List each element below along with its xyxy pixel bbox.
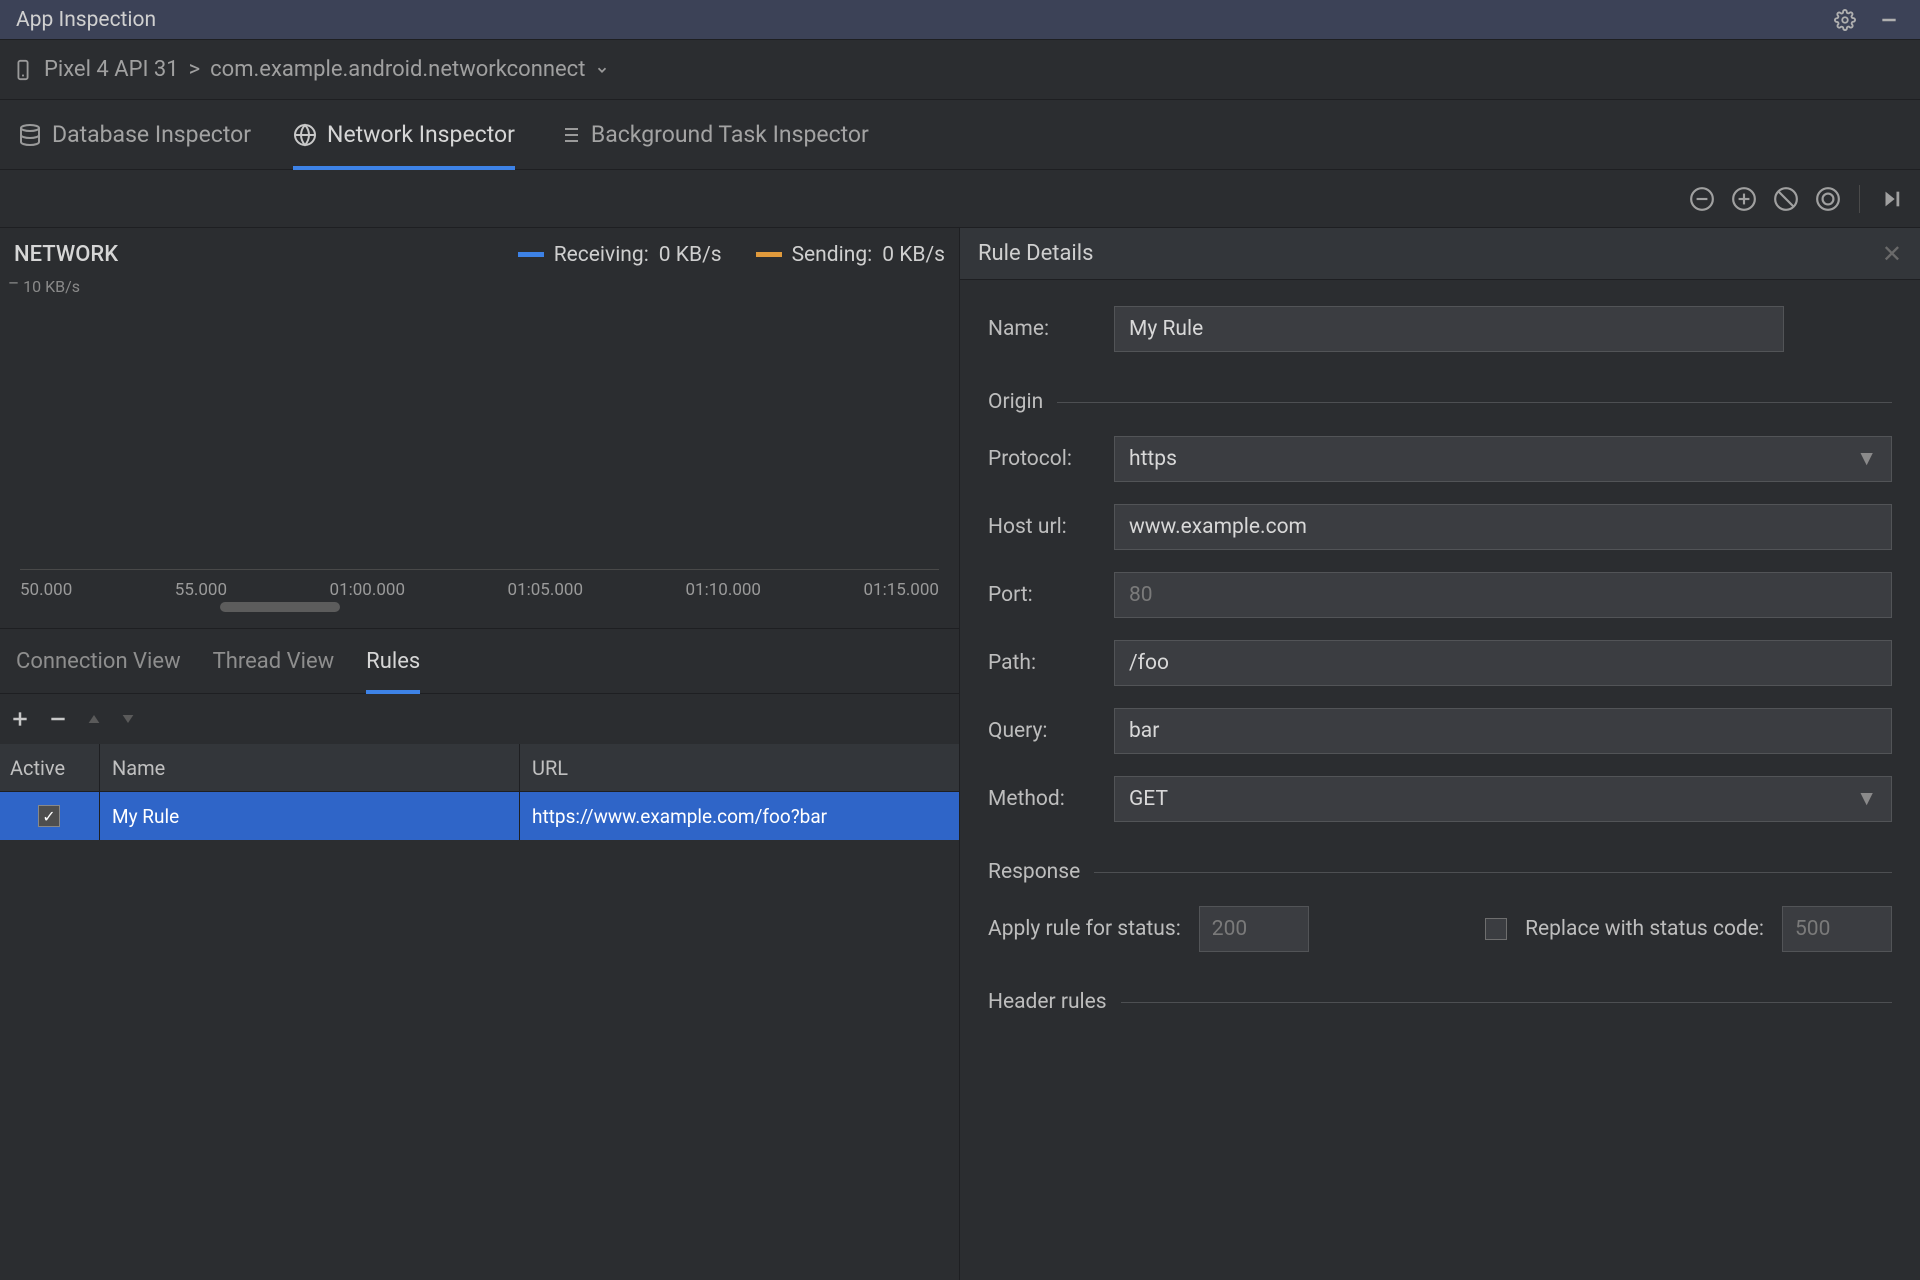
tab-database-inspector[interactable]: Database Inspector — [18, 100, 251, 169]
reset-zoom-icon[interactable] — [1771, 184, 1801, 214]
legend-receiving: Receiving: 0 KB/s — [518, 243, 722, 267]
name-input[interactable] — [1114, 306, 1784, 352]
breadcrumb-process: com.example.android.networkconnect — [210, 57, 585, 82]
breadcrumb-separator: > — [189, 57, 201, 82]
database-icon — [18, 123, 42, 147]
subtab-thread-view[interactable]: Thread View — [213, 629, 335, 693]
path-input[interactable] — [1114, 640, 1892, 686]
toolbar-divider — [1859, 185, 1860, 213]
rule-url-cell: https://www.example.com/foo?bar — [520, 792, 959, 840]
method-select[interactable]: GET▼ — [1114, 776, 1892, 822]
replace-status-label: Replace with status code: — [1525, 917, 1764, 941]
remove-rule-button[interactable] — [48, 709, 68, 729]
window-title: App Inspection — [16, 8, 156, 32]
chart-y-tick: 10 KB/s — [23, 277, 80, 296]
device-icon — [12, 59, 34, 81]
protocol-select[interactable]: https▼ — [1114, 436, 1892, 482]
network-chart[interactable]: NETWORK Receiving: 0 KB/s Sending: 0 KB/… — [0, 228, 959, 628]
close-icon[interactable]: ✕ — [1882, 240, 1902, 268]
name-label: Name: — [988, 317, 1098, 341]
chevron-down-icon: ▼ — [1856, 787, 1877, 811]
tab-background-task-inspector[interactable]: Background Task Inspector — [557, 100, 869, 169]
inspector-tabs: Database Inspector Network Inspector Bac… — [0, 100, 1920, 170]
apply-status-label: Apply rule for status: — [988, 917, 1181, 941]
rule-name-cell: My Rule — [100, 792, 520, 840]
host-label: Host url: — [988, 515, 1098, 539]
apply-status-input[interactable] — [1199, 906, 1309, 952]
col-header-url[interactable]: URL — [520, 744, 959, 791]
subtab-rules[interactable]: Rules — [366, 629, 420, 693]
rule-details-panel: Rule Details ✕ Name: Origin Protocol: ht… — [960, 228, 1920, 1280]
tab-network-inspector[interactable]: Network Inspector — [293, 100, 515, 169]
subtab-connection-view[interactable]: Connection View — [16, 629, 181, 693]
zoom-out-icon[interactable] — [1687, 184, 1717, 214]
list-icon — [557, 123, 581, 147]
replace-status-checkbox[interactable] — [1485, 918, 1507, 940]
zoom-in-icon[interactable] — [1729, 184, 1759, 214]
add-rule-button[interactable] — [10, 709, 30, 729]
chevron-down-icon[interactable] — [595, 63, 609, 77]
breadcrumb-device: Pixel 4 API 31 — [44, 57, 179, 82]
method-label: Method: — [988, 787, 1098, 811]
legend-sending: Sending: 0 KB/s — [756, 243, 945, 267]
path-label: Path: — [988, 651, 1098, 675]
minimize-icon[interactable] — [1874, 5, 1904, 35]
port-label: Port: — [988, 583, 1098, 607]
network-subtabs: Connection View Thread View Rules — [0, 628, 959, 694]
zoom-selection-icon[interactable] — [1813, 184, 1843, 214]
table-header: Active Name URL — [0, 744, 959, 792]
header-rules-section-title: Header rules — [988, 990, 1107, 1014]
globe-icon — [293, 123, 317, 147]
titlebar: App Inspection — [0, 0, 1920, 40]
col-header-name[interactable]: Name — [100, 744, 520, 791]
response-section-title: Response — [988, 860, 1080, 884]
legend-swatch-receiving — [518, 252, 544, 257]
gear-icon[interactable] — [1830, 5, 1860, 35]
move-down-button[interactable] — [120, 711, 136, 727]
jump-to-live-icon[interactable] — [1876, 184, 1906, 214]
protocol-label: Protocol: — [988, 447, 1098, 471]
table-row[interactable]: ✓ My Rule https://www.example.com/foo?ba… — [0, 792, 959, 840]
details-title: Rule Details — [978, 241, 1093, 266]
port-input[interactable] — [1114, 572, 1892, 618]
chart-title: NETWORK — [14, 242, 118, 267]
legend-swatch-sending — [756, 252, 782, 257]
col-header-active[interactable]: Active — [0, 744, 100, 791]
origin-section-title: Origin — [988, 390, 1043, 414]
rules-table: Active Name URL ✓ My Rule https://www.ex… — [0, 744, 959, 1280]
query-input[interactable] — [1114, 708, 1892, 754]
host-input[interactable] — [1114, 504, 1892, 550]
replace-status-input[interactable] — [1782, 906, 1892, 952]
rules-list-tools — [0, 694, 959, 744]
breadcrumb[interactable]: Pixel 4 API 31 > com.example.android.net… — [0, 40, 1920, 100]
move-up-button[interactable] — [86, 711, 102, 727]
chevron-down-icon: ▼ — [1856, 447, 1877, 471]
left-panel: NETWORK Receiving: 0 KB/s Sending: 0 KB/… — [0, 228, 960, 1280]
chart-x-axis: 50.000 55.000 01:00.000 01:05.000 01:10.… — [20, 569, 939, 600]
timeline-scroll-thumb[interactable] — [220, 602, 340, 612]
query-label: Query: — [988, 719, 1098, 743]
timeline-toolbar — [0, 170, 1920, 228]
rule-active-checkbox[interactable]: ✓ — [38, 805, 60, 827]
